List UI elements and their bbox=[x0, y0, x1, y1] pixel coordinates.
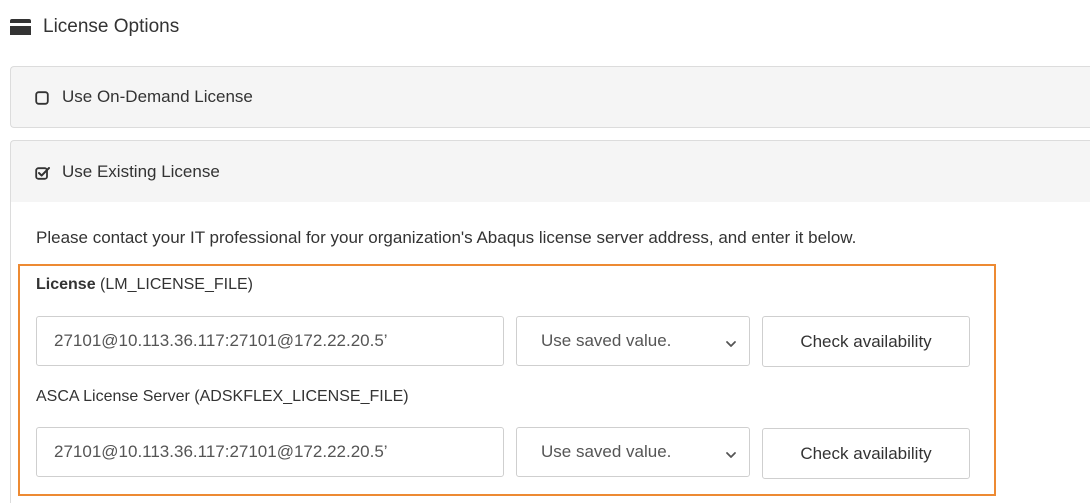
chevron-down-icon bbox=[725, 446, 737, 458]
chevron-down-icon bbox=[725, 335, 737, 347]
option-existing-license[interactable]: Use Existing License bbox=[10, 140, 1090, 202]
asca-select-value: Use saved value. bbox=[541, 442, 672, 461]
credit-card-icon bbox=[10, 19, 31, 35]
license-label-rest: (LM_LICENSE_FILE) bbox=[95, 276, 253, 293]
asca-license-field-label: ASCA License Server (ADSKFLEX_LICENSE_FI… bbox=[36, 388, 409, 406]
section-heading: License Options bbox=[10, 12, 179, 42]
license-input-value: 27101@10.113.36.117:27101@172.22.20.5’ bbox=[54, 331, 388, 350]
asca-check-availability-button[interactable]: Check availability bbox=[762, 428, 970, 479]
option-label: Use Existing License bbox=[62, 161, 220, 181]
asca-label-rest: ASCA License Server (ADSKFLEX_LICENSE_FI… bbox=[36, 388, 409, 405]
license-input[interactable]: 27101@10.113.36.117:27101@172.22.20.5’ bbox=[36, 316, 504, 366]
license-check-availability-button[interactable]: Check availability bbox=[762, 316, 970, 367]
option-label: Use On-Demand License bbox=[62, 87, 253, 106]
checked-box-icon bbox=[35, 165, 50, 180]
license-select-value: Use saved value. bbox=[541, 331, 672, 350]
license-select[interactable]: Use saved value. bbox=[516, 316, 750, 366]
section-title: License Options bbox=[43, 16, 180, 37]
license-label-bold: License bbox=[36, 276, 96, 293]
asca-input-value: 27101@10.113.36.117:27101@172.22.20.5’ bbox=[54, 442, 388, 461]
asca-license-select[interactable]: Use saved value. bbox=[516, 427, 750, 477]
info-text: Please contact your IT professional for … bbox=[36, 228, 857, 247]
license-field-label: License (LM_LICENSE_FILE) bbox=[36, 276, 253, 294]
option-on-demand-license[interactable]: Use On-Demand License bbox=[10, 66, 1090, 128]
license-options-page: License Options Use On-Demand License Us… bbox=[0, 0, 1090, 503]
unchecked-box-icon bbox=[35, 90, 49, 105]
asca-license-input[interactable]: 27101@10.113.36.117:27101@172.22.20.5’ bbox=[36, 427, 504, 477]
